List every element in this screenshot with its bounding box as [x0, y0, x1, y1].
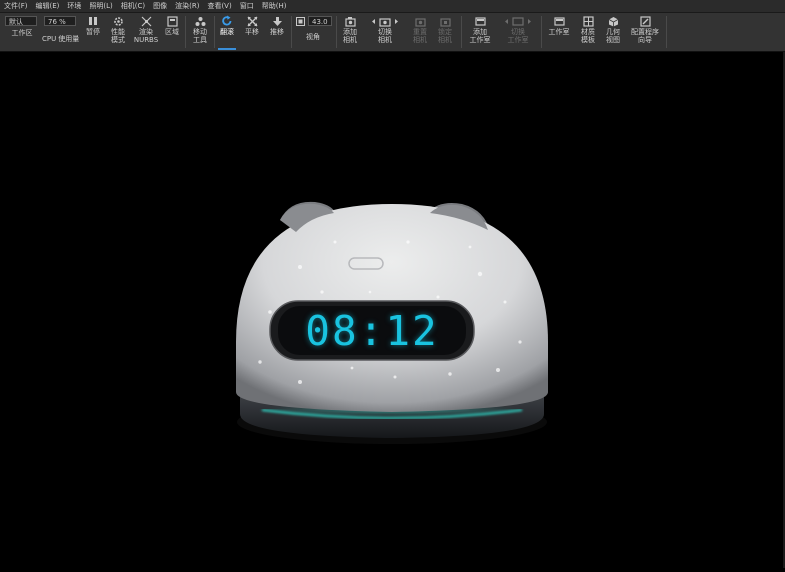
menu-bar: 文件(F) 编辑(E) 环境 照明(L) 相机(C) 图像 渲染(R) 查看(V… [0, 0, 785, 13]
camera-reset-icon [414, 14, 426, 28]
dolly-button[interactable]: 推移 [266, 14, 288, 50]
geometry-view-button[interactable]: 几何 视图 [602, 14, 624, 50]
menu-edit[interactable]: 编辑(E) [32, 0, 64, 12]
menu-help[interactable]: 帮助(H) [258, 0, 291, 12]
studio-button[interactable]: 工作室 [545, 14, 573, 50]
toolbar-divider [185, 16, 186, 48]
studio-icon [553, 14, 565, 28]
menu-render[interactable]: 渲染(R) [171, 0, 203, 12]
field-of-view-icon [295, 16, 305, 26]
geometry-view-label: 几何 视图 [606, 28, 620, 44]
cpu-usage-button: CPU 使用量 [42, 29, 82, 49]
menu-camera[interactable]: 相机(C) [117, 0, 149, 12]
menu-window[interactable]: 窗口 [236, 0, 258, 12]
menu-environment[interactable]: 环境 [63, 0, 85, 12]
pause-icon [88, 14, 98, 28]
cube-icon [608, 14, 619, 28]
menu-lighting[interactable]: 照明(L) [85, 0, 116, 12]
toolbar-divider [666, 16, 667, 48]
dolly-label: 推移 [270, 28, 284, 36]
cpu-usage-field[interactable]: 76 % [44, 16, 76, 26]
studio-label: 工作室 [548, 28, 570, 36]
camera-add-icon [344, 14, 356, 28]
switch-studio-button[interactable]: 切换 工作室 [500, 14, 536, 50]
add-camera-label: 添加 相机 [343, 28, 357, 44]
switch-studio-label: 切换 工作室 [507, 28, 529, 44]
move-tool-icon [195, 14, 206, 28]
studio-switch-icon [503, 14, 533, 28]
performance-mode-label: 性能 模式 [111, 28, 125, 44]
move-tool-label: 移动 工具 [193, 28, 207, 44]
toolbar-divider [291, 16, 292, 48]
toolbar-divider [336, 16, 337, 48]
workspace-label: 工作区 [11, 29, 33, 37]
menu-view[interactable]: 查看(V) [203, 0, 235, 12]
arrow-down-icon [272, 14, 283, 28]
cpu-prefix: CPU [42, 35, 57, 43]
render-nurbs-button[interactable]: 渲染 NURBS [134, 14, 158, 50]
pan-button[interactable]: 平移 [241, 14, 263, 50]
material-grid-icon [582, 14, 594, 28]
reset-camera-label: 重置 相机 [413, 28, 427, 44]
add-studio-label: 添加 工作室 [469, 28, 491, 44]
move-tool-button[interactable]: 移动 工具 [188, 14, 212, 50]
add-studio-button[interactable]: 添加 工作室 [466, 14, 494, 50]
workspace-button: 工作区 [8, 29, 36, 49]
render-viewport[interactable]: 08:12 [0, 52, 785, 568]
config-wizard-label: 配置程序 向导 [631, 28, 659, 44]
toolbar-divider [461, 16, 462, 48]
lock-camera-button[interactable]: 锁定 相机 [434, 14, 456, 50]
region-icon [166, 14, 178, 28]
add-camera-button[interactable]: 添加 相机 [339, 14, 361, 50]
switch-camera-button[interactable]: 切换 相机 [368, 14, 402, 50]
nurbs-icon [141, 14, 152, 28]
material-templates-button[interactable]: 材质 模板 [577, 14, 599, 50]
menu-image[interactable]: 图像 [149, 0, 171, 12]
config-wizard-button[interactable]: 配置程序 向导 [628, 14, 662, 50]
region-button[interactable]: 区域 [162, 14, 182, 50]
studio-add-icon [474, 14, 486, 28]
reset-camera-button[interactable]: 重置 相机 [409, 14, 431, 50]
lock-camera-label: 锁定 相机 [438, 28, 452, 44]
region-label: 区域 [165, 28, 179, 36]
material-templates-label: 材质 模板 [581, 28, 595, 44]
menu-file[interactable]: 文件(F) [0, 0, 32, 12]
wizard-icon [639, 14, 651, 28]
pan-label: 平移 [245, 28, 259, 36]
rotate-icon [221, 14, 233, 28]
switch-camera-label: 切换 相机 [378, 28, 392, 44]
tumble-label: 翻滚 [220, 28, 234, 36]
field-of-view-label: 视角 [306, 33, 320, 41]
gear-icon [113, 14, 124, 28]
toolbar-divider [214, 16, 215, 48]
toolbar: 默认 工作区 76 % CPU 使用量 暂停 性能 模式 渲染 NURBS 区域… [0, 13, 785, 52]
field-of-view-input[interactable]: 43.0 [308, 16, 332, 26]
pan-arrows-icon [247, 14, 258, 28]
camera-switch-icon [370, 14, 400, 28]
field-of-view-button: 视角 [302, 33, 324, 49]
clock-time-display: 08:12 [305, 306, 439, 355]
toolbar-divider [541, 16, 542, 48]
pause-label: 暂停 [86, 28, 100, 36]
camera-lock-icon [439, 14, 451, 28]
performance-mode-button[interactable]: 性能 模式 [106, 14, 130, 50]
tumble-button[interactable]: 翻滚 [216, 14, 238, 50]
cpu-usage-label: 使用量 [58, 35, 80, 43]
render-nurbs-label: 渲染 NURBS [133, 28, 159, 44]
app-window: 文件(F) 编辑(E) 环境 照明(L) 相机(C) 图像 渲染(R) 查看(V… [0, 0, 785, 568]
workspace-select[interactable]: 默认 [5, 16, 37, 26]
pause-button[interactable]: 暂停 [84, 14, 102, 50]
